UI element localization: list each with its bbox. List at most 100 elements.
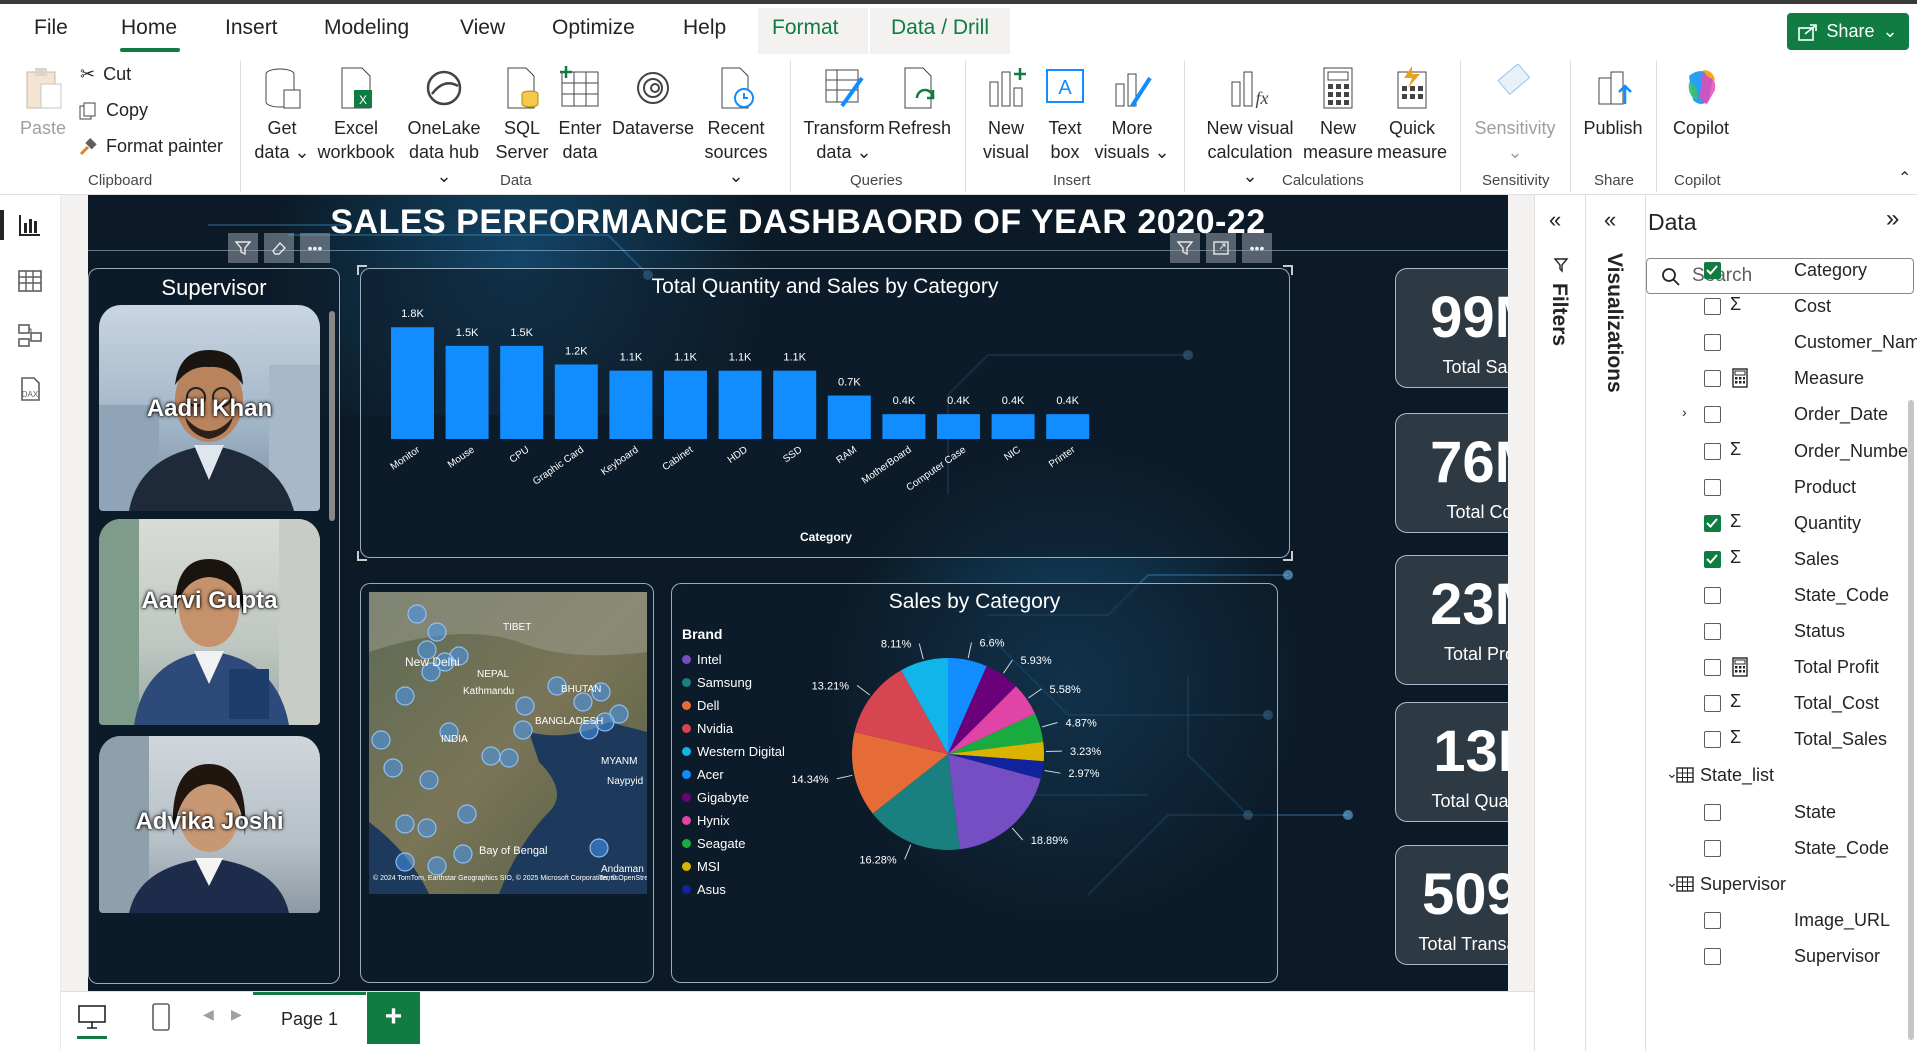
bar[interactable] [937,414,980,439]
map-bubble[interactable] [499,748,519,768]
dataverse-button[interactable]: Dataverse [612,64,694,140]
field-item[interactable]: Image_URL [1646,905,1917,935]
kpi-card-total-cost[interactable]: 76M Total Cost [1395,413,1508,533]
transform-data-button[interactable]: Transform data ⌄ [800,64,888,164]
resize-handle[interactable] [357,265,367,275]
menu-format[interactable]: Format [772,16,839,40]
visualizations-label[interactable]: Visualizations [1602,253,1626,393]
map-bubble[interactable] [395,814,415,834]
format-painter-button[interactable]: Format painter [78,136,223,157]
kpi-card-total-transaction[interactable]: 5095 Total Transaction [1395,845,1508,965]
new-measure-button[interactable]: New measure [1302,64,1374,164]
get-data-button[interactable]: Get data ⌄ [252,64,312,164]
cut-button[interactable]: ✂ Cut [80,64,131,85]
map-panel[interactable]: TIBET New Delhi NEPAL Kathmandu BHUTAN B… [360,583,654,983]
text-box-button[interactable]: A Text box [1040,64,1090,164]
collapse-data-pane-icon[interactable]: » [1886,205,1899,233]
recent-sources-button[interactable]: Recent sources ⌄ [700,64,772,188]
field-checkbox[interactable] [1704,334,1721,352]
bar[interactable] [391,327,434,439]
copilot-button[interactable]: Copilot [1666,64,1736,140]
field-item[interactable]: State_Code [1646,833,1917,863]
bar[interactable] [609,370,653,439]
next-page-icon[interactable]: ▶ [231,1006,242,1023]
menu-view[interactable]: View [460,16,505,40]
enter-data-button[interactable]: Enter data [555,64,605,164]
new-visual-calculation-button[interactable]: fx New visual calculation ⌄ [1198,64,1302,188]
map-bubble[interactable] [419,770,439,790]
bar[interactable] [664,370,707,439]
map-bubble[interactable] [395,852,415,872]
eraser-icon[interactable] [264,233,294,263]
field-checkbox[interactable] [1704,586,1721,604]
chevron-right-icon[interactable]: › [1682,404,1687,420]
table-view-icon[interactable] [16,267,44,295]
bar[interactable] [991,414,1035,439]
field-item[interactable]: Status [1646,616,1917,646]
kpi-card-total-quantity[interactable]: 13K Total Quantity [1395,702,1508,822]
field-checkbox[interactable] [1704,839,1721,857]
share-button[interactable]: Share ⌄ [1787,13,1909,50]
report-view-icon[interactable] [16,211,44,239]
map-bubble[interactable] [573,692,593,712]
table-node[interactable]: ⌄ State_list [1646,760,1917,790]
more-visuals-button[interactable]: More visuals ⌄ [1094,64,1170,164]
menu-home[interactable]: Home [121,16,177,40]
menu-file[interactable]: File [34,16,68,40]
field-item[interactable]: Σ Cost [1646,291,1917,321]
field-checkbox[interactable] [1704,514,1721,532]
resize-handle[interactable] [1283,265,1293,275]
bar[interactable] [882,414,926,439]
menu-insert[interactable]: Insert [225,16,278,40]
previous-page-icon[interactable]: ◀ [203,1006,214,1023]
quick-measure-button[interactable]: Quick measure [1376,64,1448,164]
new-visual-button[interactable]: New visual [978,64,1034,164]
supervisor-scrollbar[interactable] [329,311,335,521]
model-view-icon[interactable] [16,321,44,349]
field-checkbox[interactable] [1704,947,1721,965]
bar[interactable] [554,364,598,439]
field-item[interactable]: › Order_Date [1646,399,1917,429]
resize-handle[interactable] [357,551,367,561]
add-page-button[interactable]: + [367,992,420,1044]
field-checkbox[interactable] [1704,659,1721,677]
field-checkbox[interactable] [1704,623,1721,640]
field-checkbox[interactable] [1704,911,1721,929]
field-item[interactable]: Σ Total_Sales [1646,724,1917,754]
map-bubble[interactable] [427,856,447,876]
kpi-card-total-sales[interactable]: 99M Total Sales [1395,268,1508,388]
more-options-icon[interactable]: ••• [1242,233,1272,263]
field-checkbox[interactable] [1704,550,1721,568]
field-item[interactable]: Supervisor [1646,941,1917,971]
map-bubble[interactable] [453,844,473,864]
field-item[interactable]: Σ Total_Cost [1646,688,1917,718]
bar[interactable] [718,370,762,439]
field-item[interactable]: Category [1646,255,1917,285]
data-pane-scrollbar[interactable] [1908,400,1914,1040]
dax-query-view-icon[interactable]: DAX [16,375,44,403]
field-checkbox[interactable] [1704,803,1721,821]
sql-server-button[interactable]: SQL Server [494,64,550,164]
bar[interactable] [500,345,544,439]
field-checkbox[interactable] [1704,262,1721,279]
expand-visualizations-icon[interactable]: « [1604,207,1616,233]
map-bubble[interactable] [589,838,609,858]
field-checkbox[interactable] [1704,370,1721,388]
map-bubble[interactable] [395,686,415,706]
paste-button[interactable]: Paste [18,64,68,140]
collapse-ribbon-icon[interactable]: ⌃ [1898,168,1911,188]
field-checkbox[interactable] [1704,406,1721,424]
menu-modeling[interactable]: Modeling [324,16,409,40]
supervisor-card[interactable]: Aadil Khan [99,305,320,511]
filters-label[interactable]: Filters [1547,283,1571,346]
field-item[interactable]: Total Profit [1646,652,1917,682]
page-tab-page-1[interactable]: Page 1 [253,992,366,1044]
table-node[interactable]: ⌄ Supervisor [1646,869,1917,899]
map-bubble[interactable] [481,746,501,766]
field-item[interactable]: State_Code [1646,580,1917,610]
field-item[interactable]: Σ Quantity [1646,508,1917,538]
field-checkbox[interactable] [1704,695,1721,713]
bar[interactable] [773,370,817,439]
map-bubble[interactable] [407,604,427,624]
bar[interactable] [827,395,871,439]
